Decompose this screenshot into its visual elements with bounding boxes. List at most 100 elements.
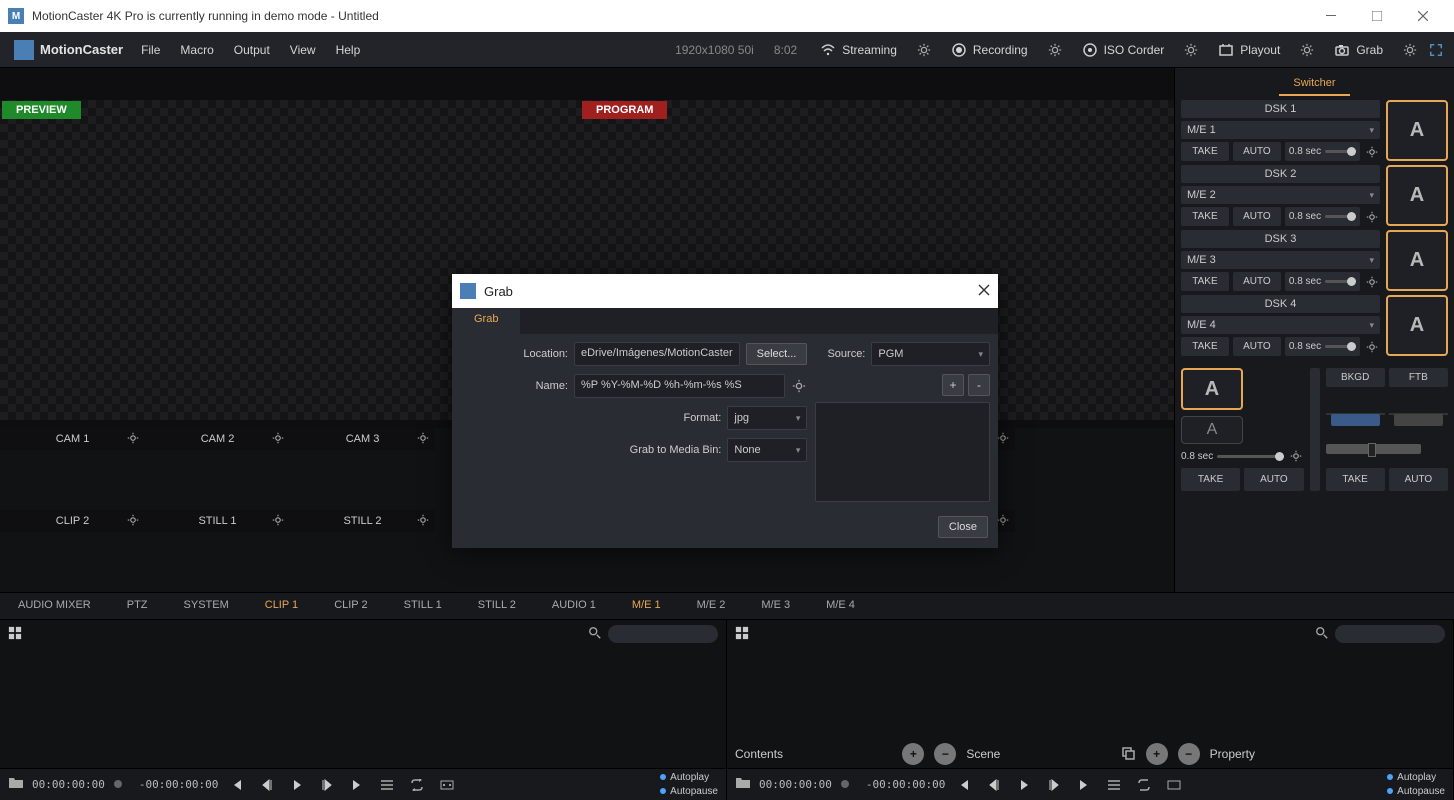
isocorder-button[interactable]: ISO Corder bbox=[1071, 37, 1176, 63]
step-back-button[interactable] bbox=[256, 775, 278, 795]
tab-ptz[interactable]: PTZ bbox=[109, 593, 166, 619]
ftb-auto-button[interactable]: AUTO bbox=[1389, 468, 1448, 491]
dsk-take-button[interactable]: TAKE bbox=[1181, 272, 1229, 291]
dsk-a-button[interactable]: A bbox=[1386, 165, 1448, 226]
copy-icon[interactable] bbox=[1120, 745, 1136, 764]
dsk-auto-button[interactable]: AUTO bbox=[1233, 207, 1281, 226]
source-select[interactable]: PGM bbox=[871, 342, 990, 366]
source-cam2[interactable]: CAM 2 bbox=[145, 428, 290, 510]
transition-a-selected[interactable]: A bbox=[1181, 368, 1243, 410]
menu-help[interactable]: Help bbox=[326, 39, 371, 61]
gear-icon[interactable] bbox=[127, 514, 139, 529]
mediabin-select[interactable]: None bbox=[727, 438, 807, 462]
scene-remove-button[interactable]: − bbox=[1178, 743, 1200, 765]
tab-m-e-1[interactable]: M/E 1 bbox=[614, 593, 679, 619]
dsk-auto-button[interactable]: AUTO bbox=[1233, 337, 1281, 356]
search-input[interactable] bbox=[1335, 625, 1445, 643]
select-button[interactable]: Select... bbox=[746, 343, 808, 365]
main-auto-button[interactable]: AUTO bbox=[1244, 468, 1303, 491]
format-select[interactable]: jpg bbox=[727, 406, 807, 430]
streaming-settings-button[interactable] bbox=[910, 43, 938, 57]
maximize-button[interactable] bbox=[1354, 0, 1400, 32]
transition-slider[interactable] bbox=[1217, 455, 1283, 458]
search-icon[interactable] bbox=[1315, 626, 1329, 643]
clip-icon[interactable] bbox=[436, 775, 458, 795]
step-fwd-button[interactable] bbox=[316, 775, 338, 795]
dsk-settings-button[interactable] bbox=[1364, 207, 1380, 226]
tab-still-1[interactable]: STILL 1 bbox=[386, 593, 460, 619]
recording-button[interactable]: Recording bbox=[940, 37, 1039, 63]
tab-clip-2[interactable]: CLIP 2 bbox=[316, 593, 385, 619]
scene-add-button[interactable]: + bbox=[1146, 743, 1168, 765]
gear-icon[interactable] bbox=[997, 514, 1009, 529]
grid-view-icon[interactable] bbox=[735, 626, 749, 643]
goto-end-button[interactable] bbox=[346, 775, 368, 795]
iso-settings-button[interactable] bbox=[1177, 43, 1205, 57]
tab-system[interactable]: SYSTEM bbox=[166, 593, 247, 619]
playout-settings-button[interactable] bbox=[1293, 43, 1321, 57]
ftb-tbar[interactable] bbox=[1389, 413, 1448, 415]
close-button[interactable]: Close bbox=[938, 516, 988, 538]
folder-icon[interactable] bbox=[8, 776, 24, 793]
dialog-close-button[interactable] bbox=[978, 284, 990, 299]
source-list[interactable] bbox=[815, 402, 990, 502]
grid-view-icon[interactable] bbox=[8, 626, 22, 643]
source-add-button[interactable]: + bbox=[942, 374, 964, 396]
close-window-button[interactable] bbox=[1400, 0, 1446, 32]
gear-icon[interactable] bbox=[127, 432, 139, 447]
folder-icon[interactable] bbox=[735, 776, 751, 793]
search-icon[interactable] bbox=[588, 626, 602, 643]
dsk-a-button[interactable]: A bbox=[1386, 295, 1448, 356]
gear-icon[interactable] bbox=[417, 432, 429, 447]
menu-view[interactable]: View bbox=[280, 39, 326, 61]
grab-settings-button[interactable] bbox=[1396, 43, 1424, 57]
step-back-button[interactable] bbox=[983, 775, 1005, 795]
tab-clip-1[interactable]: CLIP 1 bbox=[247, 593, 316, 619]
contents-remove-button[interactable]: − bbox=[934, 743, 956, 765]
tbar[interactable] bbox=[1326, 413, 1385, 415]
recording-settings-button[interactable] bbox=[1041, 43, 1069, 57]
contents-add-button[interactable]: + bbox=[902, 743, 924, 765]
list-icon[interactable] bbox=[1103, 775, 1125, 795]
minimize-button[interactable] bbox=[1308, 0, 1354, 32]
dsk-settings-button[interactable] bbox=[1364, 142, 1380, 161]
dsk-me-select[interactable]: M/E 1 bbox=[1181, 121, 1380, 139]
source-still2[interactable]: STILL 2 bbox=[290, 510, 435, 592]
switcher-tab[interactable]: Switcher bbox=[1279, 72, 1349, 96]
app-button[interactable]: MotionCaster bbox=[6, 36, 131, 64]
dsk-a-button[interactable]: A bbox=[1386, 100, 1448, 161]
autopause-toggle[interactable]: Autopause bbox=[660, 785, 718, 799]
loop-icon[interactable] bbox=[406, 775, 428, 795]
name-input[interactable]: %P %Y-%M-%D %h-%m-%s %S bbox=[574, 374, 785, 398]
transition-a-alt[interactable]: A bbox=[1181, 416, 1243, 444]
dsk-take-button[interactable]: TAKE bbox=[1181, 207, 1229, 226]
clip-icon[interactable] bbox=[1163, 775, 1185, 795]
gear-icon[interactable] bbox=[417, 514, 429, 529]
menu-macro[interactable]: Macro bbox=[170, 39, 223, 61]
autopause-toggle[interactable]: Autopause bbox=[1387, 785, 1445, 799]
dsk-a-button[interactable]: A bbox=[1386, 230, 1448, 291]
play-button[interactable] bbox=[286, 775, 308, 795]
play-button[interactable] bbox=[1013, 775, 1035, 795]
location-input[interactable]: eDrive/Imágenes/MotionCaster bbox=[574, 342, 740, 366]
tab-audio-1[interactable]: AUDIO 1 bbox=[534, 593, 614, 619]
tab-m-e-2[interactable]: M/E 2 bbox=[679, 593, 744, 619]
tab-still-2[interactable]: STILL 2 bbox=[460, 593, 534, 619]
tab-audio-mixer[interactable]: AUDIO MIXER bbox=[0, 593, 109, 619]
ftb-take-button[interactable]: TAKE bbox=[1326, 468, 1385, 491]
expand-button[interactable] bbox=[1424, 43, 1448, 57]
autoplay-toggle[interactable]: Autoplay bbox=[660, 771, 718, 785]
dsk-me-select[interactable]: M/E 4 bbox=[1181, 316, 1380, 334]
list-icon[interactable] bbox=[376, 775, 398, 795]
dsk-auto-button[interactable]: AUTO bbox=[1233, 142, 1281, 161]
playout-button[interactable]: Playout bbox=[1207, 37, 1291, 63]
gear-icon[interactable] bbox=[997, 432, 1009, 447]
goto-end-button[interactable] bbox=[1073, 775, 1095, 795]
source-remove-button[interactable]: - bbox=[968, 374, 990, 396]
search-input[interactable] bbox=[608, 625, 718, 643]
streaming-button[interactable]: Streaming bbox=[809, 37, 908, 63]
dsk-take-button[interactable]: TAKE bbox=[1181, 337, 1229, 356]
dialog-tab-grab[interactable]: Grab bbox=[452, 308, 520, 334]
goto-start-button[interactable] bbox=[953, 775, 975, 795]
step-fwd-button[interactable] bbox=[1043, 775, 1065, 795]
